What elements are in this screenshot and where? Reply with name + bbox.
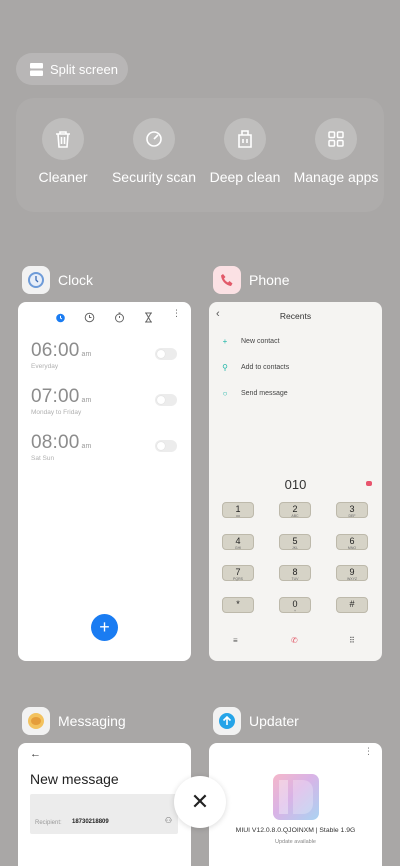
message-icon: ○ — [222, 389, 228, 398]
dial-key[interactable]: 2 ABC — [279, 502, 311, 518]
dial-key[interactable]: 9 WXYZ — [336, 565, 368, 581]
clock-app-header[interactable]: Clock — [22, 266, 93, 294]
phone-app-name: Phone — [249, 272, 290, 288]
new-message-title: New message — [30, 771, 119, 787]
back-arrow-icon[interactable]: ← — [30, 748, 41, 760]
deep-clean-label: Deep clean — [209, 169, 281, 185]
messaging-app-icon — [22, 707, 50, 735]
dial-key[interactable]: 5 JKL — [279, 534, 311, 550]
split-screen-label: Split screen — [50, 61, 118, 77]
messaging-card[interactable]: ← New message Recipient: 18730218809 ⚇ — [18, 743, 191, 866]
timer-tab-icon[interactable] — [144, 310, 153, 328]
recipient-value: 18730218809 — [72, 819, 109, 825]
alarm-item[interactable]: 06:00 am Everyday — [31, 340, 91, 370]
dial-key[interactable]: 0 + — [279, 597, 311, 613]
clock-app-name: Clock — [58, 272, 94, 288]
person-icon: ⚲ — [222, 363, 228, 372]
messaging-app-name: Messaging — [58, 713, 126, 729]
security-scan-icon — [146, 131, 162, 147]
clock-tab-icon[interactable] — [84, 310, 95, 328]
alarm-item[interactable]: 08:00 am Sat Sun — [31, 432, 91, 462]
phone-card[interactable]: ‹ Recents + New contact ⚲ Add to contacts … — [209, 302, 382, 661]
dial-key[interactable]: # — [336, 597, 368, 613]
recents-title: Recents — [279, 311, 312, 321]
split-screen-icon — [30, 62, 43, 76]
call-icon[interactable]: ✆ — [291, 636, 298, 645]
deep-clean-icon — [238, 130, 252, 148]
dial-key[interactable]: 7 PQRS — [222, 565, 254, 581]
dial-key[interactable]: * — [222, 597, 254, 613]
add-alarm-button[interactable]: + — [91, 614, 118, 641]
more-options-icon[interactable]: ⋮ — [172, 308, 181, 319]
dial-key[interactable]: 1 oo — [222, 502, 254, 518]
alarm-item[interactable]: 07:00 am Monday to Friday — [31, 386, 91, 416]
dial-key[interactable]: 8 TUV — [279, 565, 311, 581]
manage-apps-button[interactable]: Manage apps — [291, 118, 381, 185]
plus-icon: + — [222, 337, 228, 346]
contact-icon[interactable]: ⚇ — [165, 816, 172, 825]
dialpad-icon[interactable]: ⠿ — [349, 636, 355, 645]
split-screen-button[interactable]: Split screen — [16, 53, 128, 85]
clock-card[interactable]: ⋮ 06:00 am Everyday 07:00 am Monday to Fri… — [18, 302, 191, 661]
more-options-icon[interactable]: ⋮ — [364, 746, 373, 757]
update-status: Update available — [275, 839, 316, 845]
send-message-row[interactable]: ○ Send message — [221, 389, 288, 398]
trash-icon — [56, 131, 70, 148]
miui-logo — [273, 774, 319, 820]
updater-card[interactable]: ⋮ MIUI V12.0.8.0.QJOINXM | Stable 1.9G U… — [209, 743, 382, 866]
stopwatch-tab-icon[interactable] — [114, 310, 125, 328]
alarm-toggle[interactable] — [155, 348, 177, 360]
messaging-app-header[interactable]: Messaging — [22, 707, 126, 735]
version-text: MIUI V12.0.8.0.QJOINXM | Stable 1.9G — [235, 827, 356, 834]
new-contact-row[interactable]: + New contact — [221, 337, 280, 346]
dial-key[interactable]: 3 DEF — [336, 502, 368, 518]
alarm-tab-icon[interactable] — [55, 310, 66, 328]
alarm-toggle[interactable] — [155, 394, 177, 406]
recipient-label: Recipient: — [35, 820, 62, 826]
recipient-field[interactable]: Recipient: 18730218809 ⚇ — [30, 794, 178, 834]
updater-app-icon — [213, 707, 241, 735]
add-to-contacts-row[interactable]: ⚲ Add to contacts — [221, 363, 289, 372]
deep-clean-button[interactable]: Deep clean — [200, 118, 290, 185]
cleaner-label: Cleaner — [38, 169, 88, 185]
dialed-number: 010 — [284, 477, 307, 492]
grid-icon — [328, 131, 344, 147]
clock-app-icon — [22, 266, 50, 294]
close-all-button[interactable]: ✕ — [174, 776, 226, 828]
phone-app-header[interactable]: Phone — [213, 266, 289, 294]
updater-app-name: Updater — [249, 713, 299, 729]
alarm-toggle[interactable] — [155, 440, 177, 452]
updater-app-header[interactable]: Updater — [213, 707, 299, 735]
manage-apps-label: Manage apps — [293, 169, 379, 185]
cleaner-button[interactable]: Cleaner — [18, 118, 108, 185]
quick-tools-panel: Cleaner Security scan Deep clean Manage … — [16, 98, 384, 212]
menu-icon[interactable]: ≡ — [233, 636, 238, 645]
security-scan-label: Security scan — [111, 169, 197, 185]
backspace-icon[interactable] — [366, 481, 372, 486]
phone-app-icon — [213, 266, 241, 294]
security-scan-button[interactable]: Security scan — [109, 118, 199, 185]
dial-key[interactable]: 6 MNO — [336, 534, 368, 550]
dial-key[interactable]: 4 GHI — [222, 534, 254, 550]
close-icon: ✕ — [190, 789, 210, 814]
